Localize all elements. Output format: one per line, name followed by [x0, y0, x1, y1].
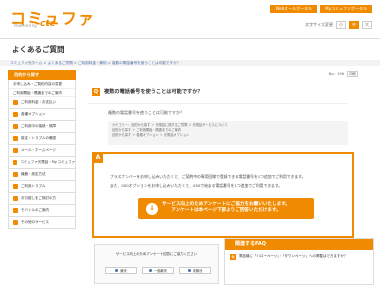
sidebar-subitem[interactable]: ご利用開始・開通までのご案内 — [9, 89, 75, 97]
sidebar-item-label: メール・ホームページ — [21, 148, 56, 152]
faq-number: No：196 — [328, 71, 344, 76]
font-size-label: 文字サイズ変更 — [305, 22, 333, 27]
answer-text: プラスナンバーをお申し込みいただくと、ご契約中の専用回線で登録できる電話番号を1… — [110, 172, 305, 190]
survey-option-label: 未解決 — [192, 269, 203, 273]
sidebar-item-connection[interactable]: ご利用中の接続・故障 — [8, 121, 76, 133]
survey-option-solved[interactable]: 解決 — [105, 267, 137, 274]
sidebar-item-label: ご利用中の接続・故障 — [21, 124, 56, 128]
sidebar-item-label: コミュファ光電話・My.コミュファ — [20, 160, 75, 164]
sidebar-item-other[interactable]: その他のサービス — [8, 217, 76, 229]
related-faq-link[interactable]: 電話機に「ハローページ」・「タウンページ」への掲載はできますか？ — [239, 254, 347, 259]
sidebar: 目的から探す お申し込み・ご契約内容の変更 ご利用開始・開通までのご案内 ご利用… — [8, 70, 76, 229]
sidebar-item-fees[interactable]: ご利用料金・お支払い — [8, 97, 76, 109]
sidebar-item-mobile[interactable]: モバイルのご案内 — [8, 205, 76, 217]
category-icon — [13, 100, 18, 105]
question-badge: Q — [230, 254, 236, 260]
category-icon — [13, 112, 18, 117]
top-link-my-portal[interactable]: Myコミュファポータル — [320, 5, 372, 13]
category-box: カテゴリー：目的から探す ＞ 光電話に関するご質問 ＞ 光電話サービスについて … — [108, 121, 348, 145]
faq-meta: No：196 印刷 — [329, 71, 358, 77]
category-icon — [13, 160, 18, 165]
survey-box: サービス向上のためアンケート回答にご協力ください 解決 一部解決 未解決 — [94, 244, 219, 284]
category-icon — [13, 148, 18, 153]
category-icon — [13, 208, 18, 213]
sidebar-item-mail[interactable]: メール・ホームページ — [8, 145, 76, 157]
page-title: よくあるご質問 — [12, 45, 65, 54]
logo-sub: Powered by — [14, 23, 38, 28]
survey-option-label: 解決 — [120, 269, 127, 273]
sidebar-item-label: お引越しをご検討の方 — [21, 196, 56, 200]
sidebar-item-trouble[interactable]: ご利用トラブル — [8, 181, 76, 193]
arrow-down-icon: ↓ — [146, 203, 158, 215]
survey-option-partial[interactable]: 一部解決 — [142, 267, 174, 274]
top-link-web-portal[interactable]: Webオールポータル — [270, 5, 318, 13]
answer-box: A プラスナンバーをお申し込みいただくと、ご契約中の専用回線で登録できる電話番号… — [92, 152, 354, 238]
sidebar-subitem[interactable]: お申し込み・ご契約内容の変更 — [9, 80, 75, 89]
sidebar-item-label: 各種オプション — [21, 112, 46, 116]
breadcrumb[interactable]: コミュファ光ホーム > よくあるご質問 > ご利用料金・解約 > 複数の電話番号… — [10, 61, 180, 66]
category-icon — [13, 220, 18, 225]
site-header: コミュファ Powered by ctc Webオールポータル Myコミュファポ… — [0, 0, 380, 36]
related-faq: 関連するFAQ Q 電話機に「ハローページ」・「タウンページ」への掲載はできます… — [224, 238, 374, 285]
sidebar-item-label: その他のサービス — [21, 220, 49, 224]
answer-line: プラスナンバーをお申し込みいただくと、ご契約中の専用回線で登録できる電話番号を1… — [110, 174, 306, 179]
radio-icon — [115, 269, 119, 272]
answer-badge: A — [93, 153, 103, 163]
related-faq-title: 関連するFAQ — [225, 239, 373, 250]
font-size-large-button[interactable]: 大 — [362, 21, 372, 29]
sidebar-item-devices[interactable]: 機器・設定方法 — [8, 169, 76, 181]
radio-icon — [149, 269, 153, 272]
sidebar-item-phone[interactable]: コミュファ光電話・My.コミュファ — [8, 157, 76, 169]
sidebar-item-options[interactable]: 各種オプション — [8, 109, 76, 121]
print-button[interactable]: 印刷 — [347, 71, 358, 77]
radio-icon — [187, 269, 191, 272]
sidebar-item-moving[interactable]: お引越しをご検討の方 — [8, 193, 76, 205]
font-size-medium-button[interactable]: 中 — [349, 21, 359, 29]
sidebar-item-settings[interactable]: 設定・トラブルの確認 — [8, 133, 76, 145]
top-links: Webオールポータル Myコミュファポータル — [270, 5, 372, 13]
sidebar-header: 目的から探す — [8, 70, 76, 80]
survey-option-label: 一部解決 — [154, 269, 167, 273]
sidebar-item-label: モバイルのご案内 — [21, 208, 49, 212]
question-title: 複数の電話番号を使うことは可能ですか？ — [104, 89, 203, 95]
sidebar-item-label: ご利用料金・お支払い — [21, 100, 56, 104]
related-faq-item[interactable]: Q 電話機に「ハローページ」・「タウンページ」への掲載はできますか？ — [225, 250, 373, 260]
header-divider — [0, 38, 380, 39]
category-line[interactable]: 目的から探す ＞ 各種オプション ＞ 光電話オプション — [112, 133, 344, 138]
sidebar-item-label: 機器・設定方法 — [21, 172, 46, 176]
survey-question: サービス向上のためアンケート回答にご協力ください — [115, 252, 198, 256]
sidebar-item-label: ご利用トラブル — [21, 184, 46, 188]
logo-ctc: ctc — [40, 19, 55, 29]
font-size-switcher: 文字サイズ変更 小 中 大 — [305, 21, 372, 29]
survey-link-button[interactable]: ↓ サービス向上のためアンケートにご協力をお願いいたします。 アンケートは本ペー… — [138, 198, 314, 219]
category-icon — [13, 124, 18, 129]
sidebar-item-label: 設定・トラブルの確認 — [21, 136, 56, 140]
survey-option-unsolved[interactable]: 未解決 — [179, 267, 211, 274]
survey-options: 解決 一部解決 未解決 — [105, 267, 211, 274]
answer-line: また、050オプションをお申し込みいただくと、050で始まる電話番号を1つ追加で… — [110, 183, 283, 188]
question-badge: Q — [92, 88, 100, 96]
divider — [88, 103, 348, 104]
category-icon — [13, 136, 18, 141]
sidebar-sublist: お申し込み・ご契約内容の変更 ご利用開始・開通までのご案内 — [8, 80, 76, 97]
survey-link-line2: アンケートは本ページ下部よりご回答いただけます。 — [171, 208, 281, 213]
font-size-small-button[interactable]: 小 — [336, 21, 346, 29]
question-text: 複数の電話番号を使うことは可能ですか？ — [108, 110, 184, 115]
category-icon — [13, 172, 18, 177]
category-icon — [13, 196, 18, 201]
category-icon — [13, 184, 18, 189]
